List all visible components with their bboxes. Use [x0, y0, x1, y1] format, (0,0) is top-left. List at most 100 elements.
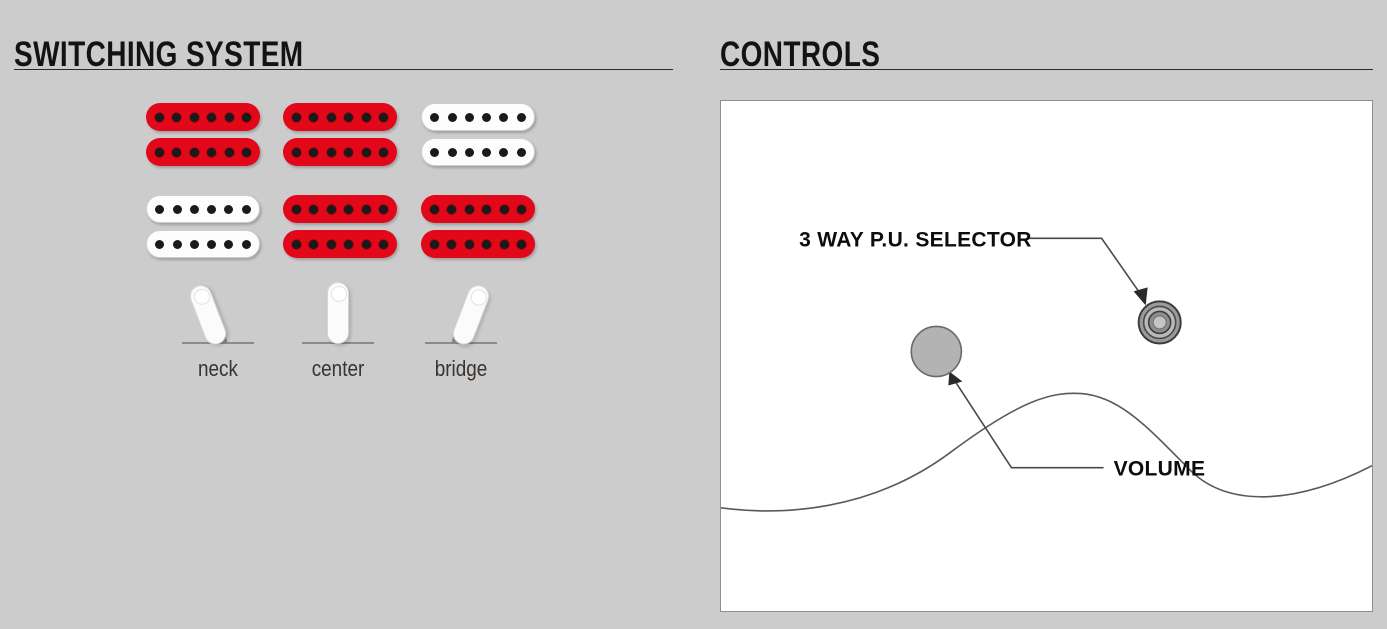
switch-position-center[interactable]: center — [278, 280, 398, 395]
pole-piece-icon — [326, 204, 336, 214]
pole-piece-icon — [482, 147, 492, 157]
switch-position-row: neck center bridge — [146, 280, 546, 395]
controls-title-divider — [720, 69, 1373, 70]
pole-piece-icon — [326, 147, 336, 157]
pole-piece-icon — [499, 204, 509, 214]
pole-piece-icon — [154, 147, 164, 157]
pickup-selector-switch[interactable] — [1137, 300, 1182, 345]
pole-piece-icon — [429, 239, 439, 249]
pole-piece-icon — [447, 147, 457, 157]
guitar-controls-diagram: 3 WAY P.U. SELECTOR VOLUME — [720, 100, 1373, 612]
pole-piece-icon — [447, 112, 457, 122]
pickup-coil-top — [146, 103, 260, 131]
pole-piece-icon — [379, 112, 389, 122]
switch-position-bridge[interactable]: bridge — [401, 280, 521, 395]
pickup-coil-bottom — [283, 138, 397, 166]
pole-piece-icon — [344, 112, 354, 122]
volume-leader-arrowhead — [948, 371, 963, 386]
controls-title: CONTROLS — [720, 35, 881, 75]
pole-piece-icon — [291, 112, 301, 122]
pole-piece-icon — [242, 147, 252, 157]
pole-piece-icon — [482, 239, 492, 249]
selector-leader-arrowhead — [1133, 287, 1148, 306]
volume-callout-label: VOLUME — [1114, 458, 1206, 481]
pole-piece-icon — [172, 112, 182, 122]
pole-piece-icon — [516, 147, 526, 157]
pole-piece-icon — [224, 204, 234, 214]
switching-system-title: SWITCHING SYSTEM — [14, 35, 304, 75]
pole-piece-icon — [430, 112, 440, 122]
pole-piece-icon — [242, 112, 252, 122]
pickup-coil-top — [283, 103, 397, 131]
switch-position-label: center — [311, 356, 365, 381]
pole-piece-icon — [154, 112, 164, 122]
pole-piece-icon — [447, 239, 457, 249]
pickup-coil-top — [421, 103, 535, 131]
pole-piece-icon — [291, 204, 301, 214]
pole-piece-icon — [224, 112, 234, 122]
pole-piece-icon — [291, 239, 301, 249]
pole-piece-icon — [309, 239, 319, 249]
pole-piece-icon — [379, 204, 389, 214]
pickup-coil-top — [146, 195, 260, 223]
selector-callout-label: 3 WAY P.U. SELECTOR — [799, 228, 1032, 251]
pole-piece-icon — [189, 204, 199, 214]
pole-piece-icon — [517, 204, 527, 214]
pole-piece-icon — [361, 204, 371, 214]
pickup-coil-bottom — [421, 138, 535, 166]
volume-leader-line — [950, 375, 1104, 469]
pole-piece-icon — [464, 239, 474, 249]
pole-piece-icon — [464, 204, 474, 214]
pole-piece-icon — [499, 239, 509, 249]
switch-lever-knob-icon — [330, 285, 347, 302]
pole-piece-icon — [207, 204, 217, 214]
pole-piece-icon — [309, 204, 319, 214]
volume-knob[interactable] — [910, 325, 963, 378]
pole-piece-icon — [241, 239, 251, 249]
pole-piece-icon — [379, 239, 389, 249]
pole-piece-icon — [464, 112, 474, 122]
pickup-coil-top — [283, 195, 397, 223]
pole-piece-icon — [517, 239, 527, 249]
pole-piece-icon — [207, 239, 217, 249]
switch-lever-icon — [327, 282, 349, 344]
pole-piece-icon — [291, 147, 301, 157]
pole-piece-icon — [344, 239, 354, 249]
pole-piece-icon — [361, 239, 371, 249]
pole-piece-icon — [430, 147, 440, 157]
pole-piece-icon — [224, 239, 234, 249]
pickup-coil-bottom — [146, 230, 260, 258]
switch-position-neck[interactable]: neck — [158, 280, 278, 395]
pole-piece-icon — [172, 147, 182, 157]
pickup-row2-col1 — [146, 195, 260, 258]
pole-piece-icon — [309, 112, 319, 122]
pickup-row1-col1 — [146, 103, 260, 166]
pole-piece-icon — [344, 147, 354, 157]
pole-piece-icon — [499, 147, 509, 157]
pole-piece-icon — [516, 112, 526, 122]
pickup-configuration-grid — [146, 103, 546, 263]
controls-panel: CONTROLS 3 WAY P.U. SELECTOR VOLUME — [700, 0, 1387, 629]
switch-lever-knob-icon — [191, 286, 212, 307]
pole-piece-icon — [241, 204, 251, 214]
pickup-coil-bottom — [146, 138, 260, 166]
pole-piece-icon — [379, 147, 389, 157]
pole-piece-icon — [326, 239, 336, 249]
pole-piece-icon — [499, 112, 509, 122]
pole-piece-icon — [361, 112, 371, 122]
pole-piece-icon — [482, 204, 492, 214]
pickup-coil-bottom — [421, 230, 535, 258]
controls-diagram-svg: 3 WAY P.U. SELECTOR VOLUME — [721, 228, 1372, 512]
guitar-body-contour — [721, 392, 1372, 512]
pole-piece-icon — [189, 112, 199, 122]
pole-piece-icon — [344, 204, 354, 214]
pickup-coil-top — [421, 195, 535, 223]
switching-system-panel: SWITCHING SYSTEM neck center bridge — [0, 0, 700, 629]
pole-piece-icon — [172, 239, 182, 249]
pickup-row1-col2 — [283, 103, 397, 166]
pickup-row1-col3 — [421, 103, 535, 166]
pole-piece-icon — [189, 239, 199, 249]
switch-lever-knob-icon — [468, 286, 489, 308]
pole-piece-icon — [207, 112, 217, 122]
switch-lever-icon — [449, 281, 493, 348]
